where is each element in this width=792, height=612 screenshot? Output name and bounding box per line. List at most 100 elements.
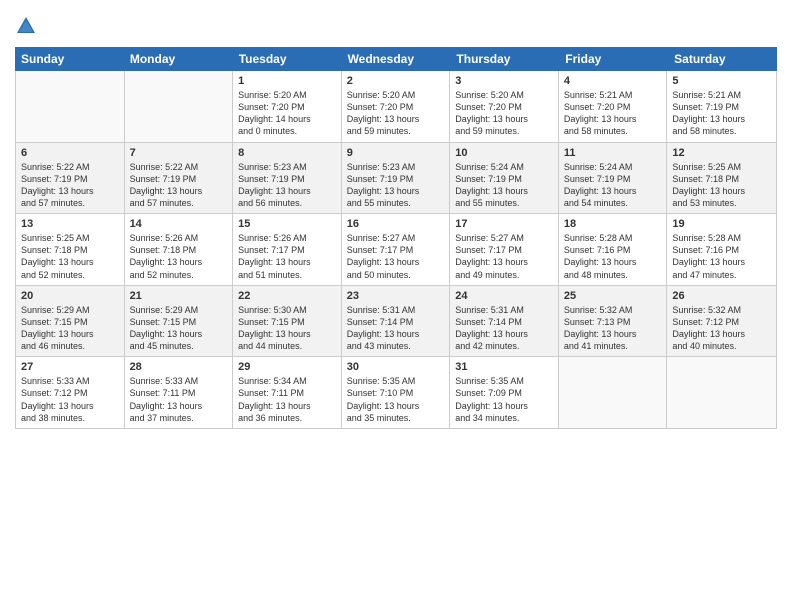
weekday-header: Wednesday (342, 47, 451, 71)
calendar-cell: 3 Sunrise: 5:20 AM Sunset: 7:20 PM Daylig… (450, 71, 559, 142)
day-number: 27 (21, 361, 119, 373)
day-number: 8 (238, 147, 336, 159)
day-info: Sunrise: 5:20 AM Sunset: 7:20 PM Dayligh… (347, 90, 420, 136)
day-info: Sunrise: 5:32 AM Sunset: 7:13 PM Dayligh… (564, 305, 637, 351)
calendar-cell: 13 Sunrise: 5:25 AM Sunset: 7:18 PM Dayli… (16, 214, 125, 285)
day-info: Sunrise: 5:35 AM Sunset: 7:09 PM Dayligh… (455, 376, 528, 422)
calendar-cell: 28 Sunrise: 5:33 AM Sunset: 7:11 PM Dayli… (125, 357, 234, 428)
calendar-cell: 24Sunrise: 5:31 AM Sunset: 7:14 PM Dayli… (450, 286, 559, 357)
day-info: Sunrise: 5:35 AM Sunset: 7:10 PM Dayligh… (347, 376, 420, 422)
day-info: Sunrise: 5:31 AM Sunset: 7:14 PM Dayligh… (347, 305, 420, 351)
calendar-cell: 19Sunrise: 5:28 AM Sunset: 7:16 PM Dayli… (667, 214, 776, 285)
day-number: 26 (672, 290, 771, 302)
day-number: 22 (238, 290, 336, 302)
day-info: Sunrise: 5:20 AM Sunset: 7:20 PM Dayligh… (238, 90, 311, 136)
day-number: 2 (347, 75, 445, 87)
day-number: 16 (347, 218, 445, 230)
calendar-cell: 29 Sunrise: 5:34 AM Sunset: 7:11 PM Dayli… (233, 357, 342, 428)
day-info: Sunrise: 5:22 AM Sunset: 7:19 PM Dayligh… (130, 162, 203, 208)
day-info: Sunrise: 5:20 AM Sunset: 7:20 PM Dayligh… (455, 90, 528, 136)
weekday-header: Sunday (15, 47, 124, 71)
day-info: Sunrise: 5:27 AM Sunset: 7:17 PM Dayligh… (347, 233, 420, 279)
weekday-header: Tuesday (233, 47, 342, 71)
calendar-week-row: 6 Sunrise: 5:22 AM Sunset: 7:19 PM Daylig… (16, 143, 776, 215)
day-number: 13 (21, 218, 119, 230)
day-info: Sunrise: 5:26 AM Sunset: 7:18 PM Dayligh… (130, 233, 203, 279)
day-number: 29 (238, 361, 336, 373)
logo (15, 15, 41, 37)
day-number: 4 (564, 75, 662, 87)
day-number: 3 (455, 75, 553, 87)
day-info: Sunrise: 5:28 AM Sunset: 7:16 PM Dayligh… (672, 233, 745, 279)
weekday-header: Friday (559, 47, 668, 71)
day-info: Sunrise: 5:22 AM Sunset: 7:19 PM Dayligh… (21, 162, 94, 208)
calendar-cell: 4 Sunrise: 5:21 AM Sunset: 7:20 PM Daylig… (559, 71, 668, 142)
calendar-cell: 22 Sunrise: 5:30 AM Sunset: 7:15 PM Dayli… (233, 286, 342, 357)
day-number: 25 (564, 290, 662, 302)
day-info: Sunrise: 5:25 AM Sunset: 7:18 PM Dayligh… (672, 162, 745, 208)
day-number: 7 (130, 147, 228, 159)
day-number: 28 (130, 361, 228, 373)
calendar-cell: 23 Sunrise: 5:31 AM Sunset: 7:14 PM Dayli… (342, 286, 451, 357)
calendar-cell: 11 Sunrise: 5:24 AM Sunset: 7:19 PM Dayli… (559, 143, 668, 214)
calendar-cell: 14 Sunrise: 5:26 AM Sunset: 7:18 PM Dayli… (125, 214, 234, 285)
day-number: 9 (347, 147, 445, 159)
day-info: Sunrise: 5:34 AM Sunset: 7:11 PM Dayligh… (238, 376, 311, 422)
calendar-cell: 26 Sunrise: 5:32 AM Sunset: 7:12 PM Dayli… (667, 286, 776, 357)
day-info: Sunrise: 5:25 AM Sunset: 7:18 PM Dayligh… (21, 233, 94, 279)
day-info: Sunrise: 5:21 AM Sunset: 7:20 PM Dayligh… (564, 90, 637, 136)
day-info: Sunrise: 5:33 AM Sunset: 7:12 PM Dayligh… (21, 376, 94, 422)
day-number: 20 (21, 290, 119, 302)
day-number: 18 (564, 218, 662, 230)
header (15, 15, 777, 37)
calendar-cell: 20 Sunrise: 5:29 AM Sunset: 7:15 PM Dayli… (16, 286, 125, 357)
calendar-cell (16, 71, 125, 142)
calendar-cell: 18 Sunrise: 5:28 AM Sunset: 7:16 PM Dayli… (559, 214, 668, 285)
calendar-cell: 27 Sunrise: 5:33 AM Sunset: 7:12 PM Dayli… (16, 357, 125, 428)
day-number: 1 (238, 75, 336, 87)
day-number: 15 (238, 218, 336, 230)
calendar-cell: 25 Sunrise: 5:32 AM Sunset: 7:13 PM Dayli… (559, 286, 668, 357)
calendar-cell: 1 Sunrise: 5:20 AM Sunset: 7:20 PM Daylig… (233, 71, 342, 142)
calendar-cell (125, 71, 234, 142)
day-info: Sunrise: 5:33 AM Sunset: 7:11 PM Dayligh… (130, 376, 203, 422)
day-number: 10 (455, 147, 553, 159)
day-number: 30 (347, 361, 445, 373)
day-number: 14 (130, 218, 228, 230)
day-info: Sunrise: 5:24 AM Sunset: 7:19 PM Dayligh… (564, 162, 637, 208)
calendar-cell: 8 Sunrise: 5:23 AM Sunset: 7:19 PM Daylig… (233, 143, 342, 214)
calendar: SundayMondayTuesdayWednesdayThursdayFrid… (15, 47, 777, 597)
day-number: 11 (564, 147, 662, 159)
day-number: 24 (455, 290, 553, 302)
day-info: Sunrise: 5:32 AM Sunset: 7:12 PM Dayligh… (672, 305, 745, 351)
calendar-cell: 30 Sunrise: 5:35 AM Sunset: 7:10 PM Dayli… (342, 357, 451, 428)
day-info: Sunrise: 5:23 AM Sunset: 7:19 PM Dayligh… (347, 162, 420, 208)
calendar-cell: 10 Sunrise: 5:24 AM Sunset: 7:19 PM Dayli… (450, 143, 559, 214)
calendar-cell: 6 Sunrise: 5:22 AM Sunset: 7:19 PM Daylig… (16, 143, 125, 214)
weekday-header: Thursday (450, 47, 559, 71)
day-number: 6 (21, 147, 119, 159)
day-number: 17 (455, 218, 553, 230)
calendar-cell: 31 Sunrise: 5:35 AM Sunset: 7:09 PM Dayli… (450, 357, 559, 428)
calendar-cell: 17Sunrise: 5:27 AM Sunset: 7:17 PM Dayli… (450, 214, 559, 285)
calendar-cell: 2 Sunrise: 5:20 AM Sunset: 7:20 PM Daylig… (342, 71, 451, 142)
page: SundayMondayTuesdayWednesdayThursdayFrid… (0, 0, 792, 612)
day-info: Sunrise: 5:21 AM Sunset: 7:19 PM Dayligh… (672, 90, 745, 136)
day-number: 31 (455, 361, 553, 373)
day-info: Sunrise: 5:29 AM Sunset: 7:15 PM Dayligh… (130, 305, 203, 351)
weekday-header: Saturday (668, 47, 777, 71)
day-info: Sunrise: 5:28 AM Sunset: 7:16 PM Dayligh… (564, 233, 637, 279)
day-info: Sunrise: 5:29 AM Sunset: 7:15 PM Dayligh… (21, 305, 94, 351)
day-info: Sunrise: 5:23 AM Sunset: 7:19 PM Dayligh… (238, 162, 311, 208)
calendar-header: SundayMondayTuesdayWednesdayThursdayFrid… (15, 47, 777, 71)
calendar-cell: 5Sunrise: 5:21 AM Sunset: 7:19 PM Daylig… (667, 71, 776, 142)
day-info: Sunrise: 5:24 AM Sunset: 7:19 PM Dayligh… (455, 162, 528, 208)
day-number: 12 (672, 147, 771, 159)
logo-icon (15, 15, 37, 37)
calendar-rows: 1 Sunrise: 5:20 AM Sunset: 7:20 PM Daylig… (16, 71, 776, 428)
day-number: 23 (347, 290, 445, 302)
day-info: Sunrise: 5:30 AM Sunset: 7:15 PM Dayligh… (238, 305, 311, 351)
calendar-week-row: 13 Sunrise: 5:25 AM Sunset: 7:18 PM Dayli… (16, 214, 776, 286)
calendar-body: 1 Sunrise: 5:20 AM Sunset: 7:20 PM Daylig… (15, 71, 777, 429)
calendar-week-row: 27 Sunrise: 5:33 AM Sunset: 7:12 PM Dayli… (16, 357, 776, 428)
